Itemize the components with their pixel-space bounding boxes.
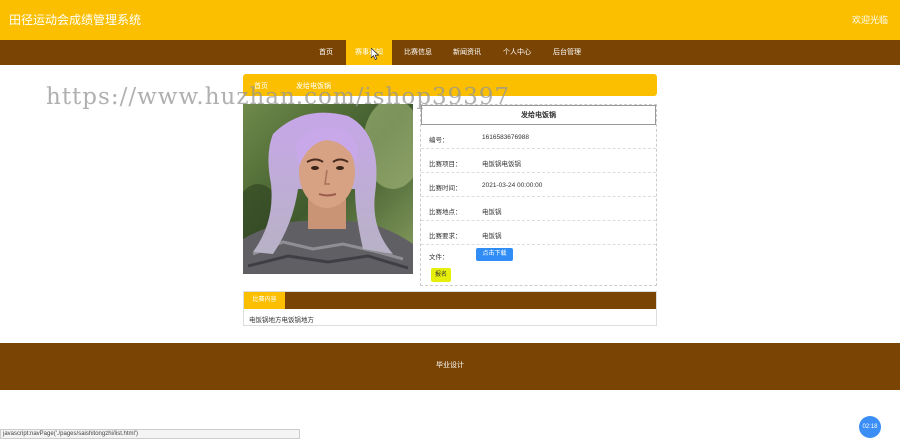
detail-row-file: 文件： <box>421 245 656 269</box>
detail-label: 比赛时间： <box>429 185 462 192</box>
watermark-text: https://www.huzhan.com/ishop39397 <box>46 84 511 110</box>
detail-row-time: 比赛时间： 2021-03-24 00:00:00 <box>421 173 656 197</box>
nav-item-notice[interactable]: 赛事通知 <box>346 40 392 65</box>
detail-label: 文件： <box>429 254 449 261</box>
signup-button[interactable]: 报名 <box>431 268 451 282</box>
detail-value: 2021-03-24 00:00:00 <box>482 182 543 189</box>
timer-badge[interactable]: 02:18 <box>859 416 881 438</box>
content-header: 比赛内容 <box>244 292 656 309</box>
mouse-cursor-icon <box>371 48 379 60</box>
download-button[interactable]: 点击下载 <box>476 248 513 261</box>
detail-label: 比赛要求： <box>429 233 462 240</box>
welcome-text: 欢迎光临 <box>851 15 888 25</box>
browser-status-bar: javascript:navPage('./pages/saishitongzh… <box>0 429 300 439</box>
match-photo <box>243 104 413 274</box>
detail-label: 比赛项目： <box>429 161 462 168</box>
nav-item-match-info[interactable]: 比赛信息 <box>397 40 439 65</box>
detail-row-location: 比赛地点： 电饭锅 <box>421 197 656 221</box>
nav-item-admin[interactable]: 后台管理 <box>546 40 588 65</box>
detail-label: 编号： <box>429 137 449 144</box>
main-nav: 首页 赛事通知 比赛信息 新闻资讯 个人中心 后台管理 <box>0 40 900 65</box>
detail-label: 比赛地点： <box>429 209 462 216</box>
match-detail-panel: 发给电饭锅 编号： 1616583676988 比赛项目： 电饭锅电饭锅 比赛时… <box>420 104 657 286</box>
site-header: 田径运动会成绩管理系统 欢迎光临 <box>0 0 900 40</box>
footer-text: 毕业设计 <box>436 362 464 369</box>
content-text: 电饭锅地方电饭锅地方 <box>249 317 314 324</box>
nav-item-news[interactable]: 新闻资讯 <box>446 40 488 65</box>
detail-value: 1616583676988 <box>482 134 529 141</box>
detail-row-event: 比赛项目： 电饭锅电饭锅 <box>421 149 656 173</box>
detail-value: 电饭锅电饭锅 <box>482 161 521 168</box>
detail-value: 电饭锅 <box>482 209 502 216</box>
site-title: 田径运动会成绩管理系统 <box>9 13 142 27</box>
match-content-panel: 比赛内容 电饭锅地方电饭锅地方 <box>243 291 657 326</box>
detail-row-id: 编号： 1616583676988 <box>421 125 656 149</box>
tab-match-content[interactable]: 比赛内容 <box>244 292 285 309</box>
detail-value: 电饭锅 <box>482 233 502 240</box>
detail-row-requirement: 比赛要求： 电饭锅 <box>421 221 656 245</box>
nav-item-user-center[interactable]: 个人中心 <box>496 40 538 65</box>
nav-item-home[interactable]: 首页 <box>308 40 344 65</box>
site-footer: 毕业设计 <box>0 343 900 390</box>
